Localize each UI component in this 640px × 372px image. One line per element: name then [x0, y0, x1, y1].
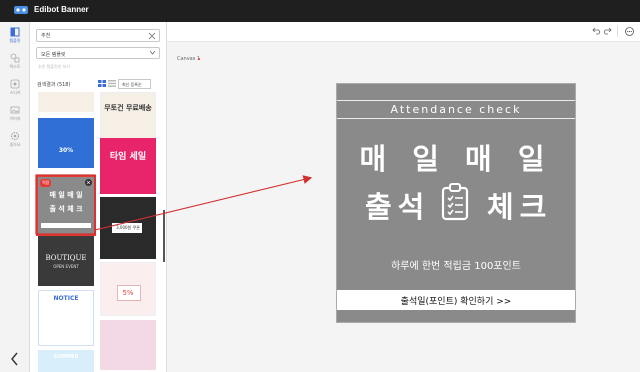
rail-item-favorites[interactable]: 좋아요	[0, 128, 30, 152]
list-view-icon[interactable]	[108, 80, 116, 87]
banner-canvas[interactable]: Attendance check 매 일 매 일 출석 체크 하루에 한번 적립…	[336, 83, 576, 323]
template-thumb-selected[interactable]: 적용 매 일 매 일 출 석 체 크	[36, 175, 96, 236]
toolbar-divider	[617, 26, 618, 37]
template-thumb-text: NOTICE	[53, 295, 79, 302]
close-icon[interactable]	[148, 32, 156, 40]
clipboard-icon[interactable]	[441, 183, 469, 221]
canvas-workspace: Canvas 1 Attendance check 매 일 매 일 출석 체크 …	[167, 42, 640, 372]
rail-item-label: 스티커	[9, 90, 21, 95]
image-icon	[10, 106, 20, 114]
banner-title-line1[interactable]: 매 일 매 일	[337, 136, 575, 178]
top-bar: Edibot Banner	[0, 0, 640, 22]
template-thumb-text: OPEN EVENT	[53, 264, 79, 269]
left-rail: 템플릿 텍스트 스티커 이미지 좋아요	[0, 22, 30, 372]
template-thumb[interactable]: 3,000원 쿠폰	[100, 197, 156, 259]
canvas-indicator-dot	[198, 58, 200, 60]
app-title: Edibot Banner	[34, 5, 89, 14]
rail-item-image[interactable]: 이미지	[0, 102, 30, 126]
template-thumb[interactable]: 타임 세일	[100, 138, 156, 194]
robot-logo-icon	[14, 6, 28, 14]
banner-bottom-rule	[337, 118, 575, 119]
panel-scrollbar[interactable]	[163, 210, 165, 262]
applied-badge: 적용	[40, 179, 52, 187]
rail-item-label: 텍스트	[9, 64, 21, 69]
redo-icon[interactable]	[604, 27, 612, 35]
banner-title-line2-right[interactable]: 체크	[487, 184, 552, 226]
category-select[interactable]: 모든 템플릿	[36, 47, 160, 59]
template-thumb[interactable]: SUMMER	[38, 350, 94, 372]
banner-subtitle[interactable]: Attendance check	[337, 103, 575, 116]
template-thumb-text: 3,000원 쿠폰	[116, 225, 140, 230]
text-icon	[10, 53, 20, 63]
sticker-icon	[10, 79, 20, 89]
settings-icon	[10, 131, 20, 141]
result-count: 검색결과 (518)	[37, 82, 71, 88]
template-thumb-text: SUMMER	[53, 354, 79, 360]
more-icon[interactable]	[625, 27, 634, 36]
thumb-button	[41, 223, 91, 228]
collapse-chevron-icon[interactable]	[10, 352, 20, 366]
rail-item-sticker[interactable]: 스티커	[0, 76, 30, 100]
template-thumb-text: 출 석 체 크	[49, 205, 83, 213]
banner-top-rule	[337, 100, 575, 101]
close-icon[interactable]	[85, 179, 92, 186]
banner-title-line2-left[interactable]: 출석	[365, 184, 430, 226]
template-thumb[interactable]	[38, 92, 94, 112]
template-thumb[interactable]: 5%	[100, 262, 156, 316]
rail-item-template[interactable]: 템플릿	[0, 24, 30, 48]
rail-item-label: 좋아요	[9, 142, 21, 147]
grid-view-icon[interactable]	[98, 80, 106, 87]
template-panel: 모든 템플릿 추천 템플릿만 보기 검색결과 (518) 최신 등록순 무토건 …	[30, 22, 167, 372]
sort-select-value: 최신 등록순	[122, 82, 142, 87]
template-thumb[interactable]: NOTICE	[38, 290, 94, 346]
template-thumb-text: BOUTIQUE	[45, 254, 87, 262]
banner-cta-button[interactable]: 출석일(포인트) 확인하기 >>	[337, 290, 575, 310]
rail-item-label: 템플릿	[9, 38, 21, 43]
template-thumb-text: 5%	[122, 289, 134, 297]
canvas-label: Canvas 1	[177, 56, 201, 62]
banner-cta-label: 출석일(포인트) 확인하기 >>	[400, 297, 512, 307]
search-input[interactable]	[36, 29, 160, 42]
chevron-down-icon	[150, 51, 155, 55]
undo-icon[interactable]	[592, 27, 600, 35]
filter-hint[interactable]: 추천 템플릿만 보기	[38, 64, 70, 70]
banner-description[interactable]: 하루에 한번 적립금 100포인트	[337, 257, 575, 272]
category-select-value: 모든 템플릿	[41, 52, 66, 58]
template-thumb-text: 타임 세일	[109, 152, 147, 162]
template-thumb-text: 무토건 무료배송	[104, 104, 152, 112]
template-icon	[10, 27, 20, 37]
rail-item-label: 이미지	[9, 116, 21, 121]
template-thumb[interactable]: 30%	[38, 118, 94, 168]
template-thumb[interactable]: BOUTIQUE OPEN EVENT	[38, 236, 94, 286]
rail-item-text[interactable]: 텍스트	[0, 50, 30, 74]
template-thumb-text: 매 일 매 일	[49, 191, 83, 199]
template-thumb[interactable]	[100, 320, 156, 370]
sort-select[interactable]: 최신 등록순	[118, 79, 151, 89]
template-thumb-text: 30%	[58, 147, 74, 154]
editor-toolbar	[167, 22, 640, 42]
